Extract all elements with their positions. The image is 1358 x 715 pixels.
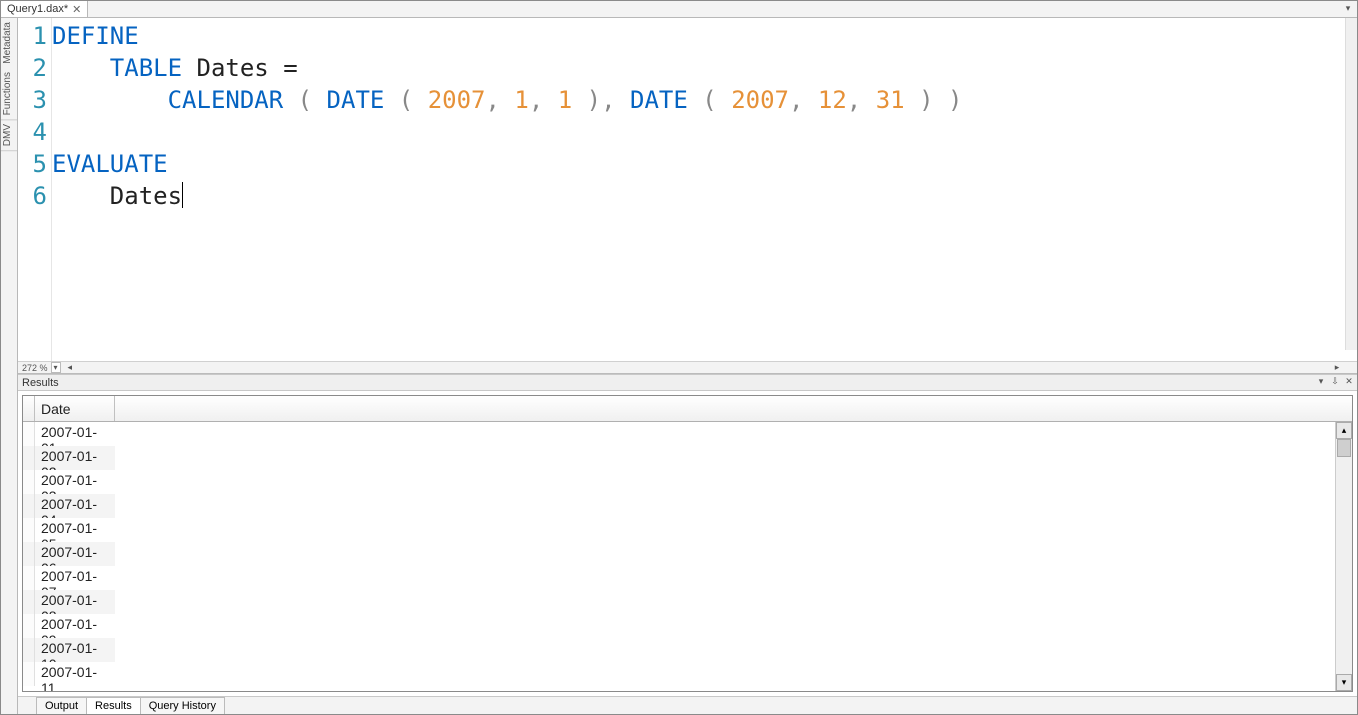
- cell-date: 2007-01-04: [35, 494, 115, 518]
- cell-date: 2007-01-07: [35, 566, 115, 590]
- row-handle: [23, 638, 35, 662]
- results-panel: Results ▾ ⇩ ✕ Date 2007-01-012: [18, 374, 1357, 714]
- document-tab-title: Query1.dax*: [7, 3, 68, 15]
- line-number: 5: [18, 148, 51, 180]
- table-row[interactable]: 2007-01-09: [23, 614, 1352, 638]
- fn-calendar: CALENDAR: [168, 86, 284, 114]
- scroll-track[interactable]: [1336, 439, 1352, 674]
- eq: =: [283, 54, 297, 82]
- table-row[interactable]: 2007-01-10: [23, 638, 1352, 662]
- editor-zoom-bar: 272 % ▾ ◂ ▸: [18, 361, 1357, 373]
- id-dates: Dates: [197, 54, 269, 82]
- text-cursor: [182, 182, 183, 208]
- line-number: 1: [18, 20, 51, 52]
- row-handle: [23, 518, 35, 542]
- line-number: 6: [18, 180, 51, 212]
- tab-results[interactable]: Results: [86, 697, 141, 714]
- line-number: 2: [18, 52, 51, 84]
- tab-output[interactable]: Output: [36, 697, 87, 714]
- panel-close-icon[interactable]: ✕: [1343, 376, 1355, 387]
- line-number: 4: [18, 116, 51, 148]
- cell-date: 2007-01-03: [35, 470, 115, 494]
- editor-pane: 1 2 3 4 5 6 DEFINE TABLE Dates = CALENDA…: [18, 18, 1357, 374]
- table-row[interactable]: 2007-01-02: [23, 446, 1352, 470]
- scroll-thumb[interactable]: [1337, 439, 1351, 457]
- sidetab-functions[interactable]: Functions: [1, 68, 17, 120]
- sidetab-metadata[interactable]: Metadata: [1, 18, 17, 68]
- row-handle: [23, 470, 35, 494]
- sidetab-dmv[interactable]: DMV: [1, 120, 17, 151]
- tab-query-history[interactable]: Query History: [140, 697, 225, 714]
- cell-date: 2007-01-11: [35, 662, 115, 686]
- fn-date: DATE: [327, 86, 385, 114]
- row-handle: [23, 590, 35, 614]
- num: 1: [558, 86, 572, 114]
- panel-pin-icon[interactable]: ⇩: [1329, 376, 1341, 387]
- cell-date: 2007-01-08: [35, 590, 115, 614]
- num: 12: [818, 86, 847, 114]
- num: 2007: [731, 86, 789, 114]
- row-handle: [23, 446, 35, 470]
- cell-date: 2007-01-09: [35, 614, 115, 638]
- close-tab-icon[interactable]: ✕: [72, 3, 81, 16]
- body: Metadata Functions DMV 1 2 3 4 5 6 DEFIN…: [1, 18, 1357, 714]
- editor-vertical-scrollbar[interactable]: [1345, 18, 1357, 350]
- fn-date: DATE: [630, 86, 688, 114]
- row-handle: [23, 614, 35, 638]
- hscroll-right-icon[interactable]: ▸: [1331, 362, 1343, 373]
- grid-body: 2007-01-012007-01-022007-01-032007-01-04…: [23, 422, 1352, 691]
- num: 31: [876, 86, 905, 114]
- table-row[interactable]: 2007-01-04: [23, 494, 1352, 518]
- id-dates2: Dates: [110, 182, 182, 210]
- code-editor[interactable]: 1 2 3 4 5 6 DEFINE TABLE Dates = CALENDA…: [18, 18, 1357, 361]
- num: 1: [514, 86, 528, 114]
- table-row[interactable]: 2007-01-06: [23, 542, 1352, 566]
- results-title-text: Results: [22, 377, 59, 389]
- table-row[interactable]: 2007-01-07: [23, 566, 1352, 590]
- table-row[interactable]: 2007-01-05: [23, 518, 1352, 542]
- cell-date: 2007-01-10: [35, 638, 115, 662]
- grid-header: Date: [23, 396, 1352, 422]
- cell-date: 2007-01-02: [35, 446, 115, 470]
- kw-define: DEFINE: [52, 22, 139, 50]
- grid-vertical-scrollbar[interactable]: ▴ ▾: [1335, 422, 1352, 691]
- line-number-gutter: 1 2 3 4 5 6: [18, 18, 52, 361]
- code-content[interactable]: DEFINE TABLE Dates = CALENDAR ( DATE ( 2…: [52, 18, 1357, 361]
- app-window: Query1.dax* ✕ ▾ Metadata Functions DMV 1…: [0, 0, 1358, 715]
- document-tabstrip: Query1.dax* ✕ ▾: [1, 1, 1357, 18]
- hscroll-left-icon[interactable]: ◂: [68, 362, 73, 373]
- scroll-up-icon[interactable]: ▴: [1336, 422, 1352, 439]
- table-row[interactable]: 2007-01-03: [23, 470, 1352, 494]
- row-handle: [23, 542, 35, 566]
- row-handle: [23, 494, 35, 518]
- results-grid-wrap: Date 2007-01-012007-01-022007-01-032007-…: [18, 391, 1357, 696]
- tabstrip-dropdown-icon[interactable]: ▾: [1341, 2, 1355, 14]
- table-row[interactable]: 2007-01-08: [23, 590, 1352, 614]
- results-grid: Date 2007-01-012007-01-022007-01-032007-…: [22, 395, 1353, 692]
- kw-table: TABLE: [110, 54, 182, 82]
- cell-date: 2007-01-06: [35, 542, 115, 566]
- document-tab[interactable]: Query1.dax* ✕: [1, 1, 88, 17]
- zoom-dropdown-icon[interactable]: ▾: [51, 362, 61, 373]
- main: 1 2 3 4 5 6 DEFINE TABLE Dates = CALENDA…: [18, 18, 1357, 714]
- row-handle: [23, 662, 35, 686]
- bottom-tabstrip: Output Results Query History: [18, 696, 1357, 714]
- row-handle-header: [23, 396, 35, 421]
- results-titlebar: Results ▾ ⇩ ✕: [18, 375, 1357, 391]
- table-row[interactable]: 2007-01-11: [23, 662, 1352, 686]
- row-handle: [23, 422, 35, 446]
- num: 2007: [428, 86, 486, 114]
- cell-date: 2007-01-01: [35, 422, 115, 446]
- line-number: 3: [18, 84, 51, 116]
- column-header-date[interactable]: Date: [35, 396, 115, 421]
- panel-dropdown-icon[interactable]: ▾: [1315, 376, 1327, 387]
- table-row[interactable]: 2007-01-01: [23, 422, 1352, 446]
- cell-date: 2007-01-05: [35, 518, 115, 542]
- kw-evaluate: EVALUATE: [52, 150, 168, 178]
- side-tabs: Metadata Functions DMV: [1, 18, 18, 714]
- scroll-down-icon[interactable]: ▾: [1336, 674, 1352, 691]
- zoom-level: 272 %: [22, 363, 48, 373]
- row-handle: [23, 566, 35, 590]
